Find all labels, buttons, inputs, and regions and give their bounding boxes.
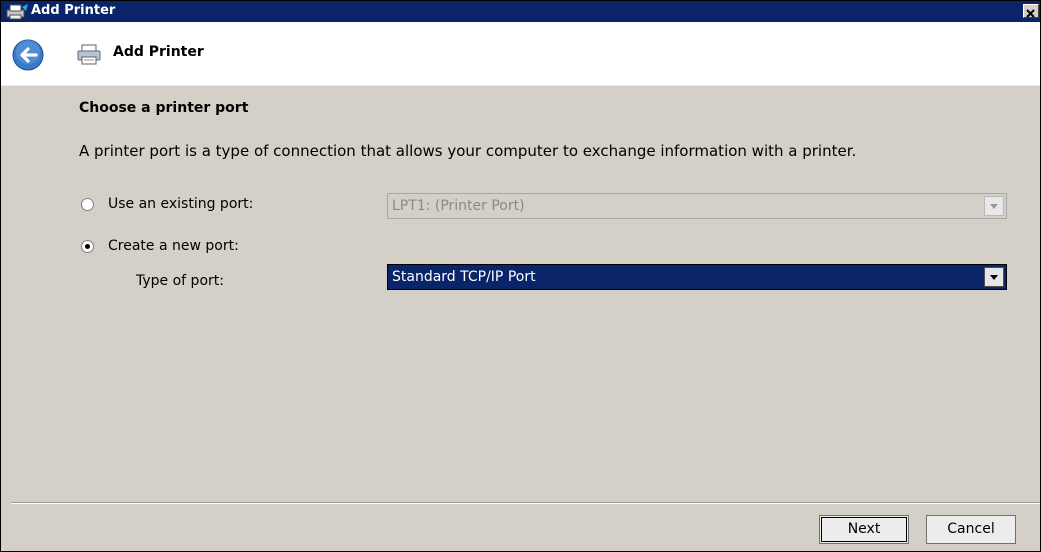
existing-port-value: LPT1: (Printer Port) (392, 198, 525, 214)
next-button[interactable]: Next (819, 515, 909, 544)
port-type-select[interactable]: Standard TCP/IP Port (387, 264, 1007, 290)
page-description: A printer port is a type of connection t… (79, 142, 857, 160)
close-button[interactable] (1023, 4, 1039, 18)
printer-icon (75, 43, 103, 67)
existing-port-select: LPT1: (Printer Port) (387, 193, 1007, 219)
radio-selected-dot (85, 244, 90, 249)
wizard-header: Add Printer (1, 22, 1040, 85)
create-new-port-label[interactable]: Create a new port: (108, 238, 239, 254)
window-title: Add Printer (31, 3, 116, 18)
wizard-content: Choose a printer port A printer port is … (1, 86, 1040, 504)
port-type-value: Standard TCP/IP Port (392, 269, 536, 285)
chevron-down-icon (984, 196, 1004, 216)
footer-divider-highlight (11, 503, 1040, 504)
type-of-port-label: Type of port: (136, 273, 224, 289)
title-bar: Add Printer (1, 1, 1040, 22)
use-existing-port-label[interactable]: Use an existing port: (108, 196, 253, 212)
close-icon (1026, 9, 1035, 18)
chevron-down-icon[interactable] (984, 267, 1004, 287)
printer-icon (4, 3, 30, 20)
cancel-button[interactable]: Cancel (926, 515, 1016, 544)
use-existing-port-radio[interactable] (81, 198, 94, 211)
header-title: Add Printer (113, 44, 204, 60)
page-heading: Choose a printer port (79, 100, 249, 116)
create-new-port-radio[interactable] (81, 240, 94, 253)
back-arrow-icon (12, 39, 44, 71)
add-printer-window: Add Printer Add Printer Choose a printer… (0, 0, 1041, 552)
back-button[interactable] (12, 39, 44, 71)
